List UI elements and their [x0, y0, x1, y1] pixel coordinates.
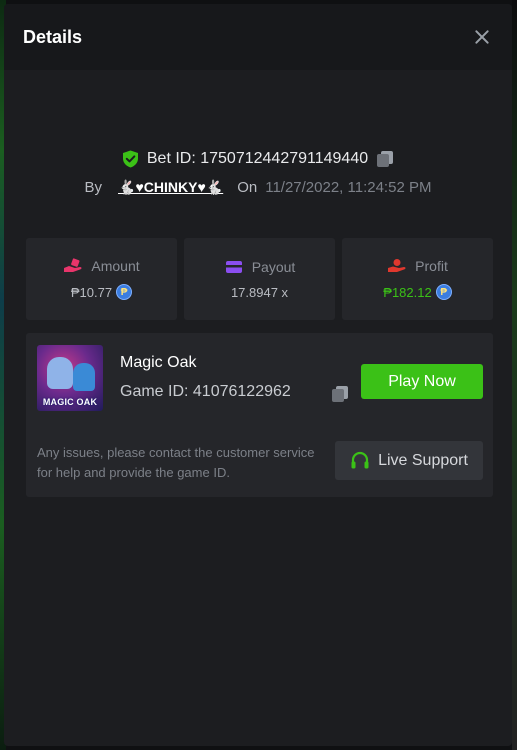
- profit-value: ₱182.12: [383, 284, 432, 300]
- amount-stat-header: Amount: [63, 258, 140, 274]
- close-icon[interactable]: [472, 27, 492, 47]
- payout-value-row: 17.8947 x: [231, 285, 288, 300]
- payout-value: 17.8947 x: [230, 284, 289, 300]
- profit-value-row: ₱182.12 ₱: [383, 284, 452, 300]
- amount-value-row: ₱10.77 ₱: [70, 284, 133, 300]
- support-note: Any issues, please contact the customer …: [37, 445, 315, 480]
- bet-id-row: Bet ID: 1750712442791149440: [4, 150, 512, 168]
- game-id: Game ID: 41076122962: [120, 383, 291, 400]
- shield-check-icon: [122, 150, 138, 168]
- thumbnail-character: [73, 363, 95, 391]
- coin-icon: ₱: [116, 284, 133, 300]
- user-name-link[interactable]: 🐇♥CHINKY♥🐇: [118, 179, 223, 196]
- wallet-card-icon: [225, 260, 242, 273]
- amount-label: Amount: [91, 258, 140, 274]
- background-game-edge-right: [512, 0, 517, 750]
- copy-icon[interactable]: [331, 385, 349, 403]
- game-thumbnail[interactable]: MAGIC OAK: [37, 345, 103, 411]
- profit-stat: Profit ₱182.12 ₱: [342, 238, 493, 320]
- amount-value: ₱10.77: [70, 284, 113, 300]
- profit-hand-icon: [388, 259, 406, 272]
- bet-id-text: Bet ID: 1750712442791149440: [146, 150, 369, 167]
- thumbnail-character: [47, 357, 73, 389]
- payout-label: Payout: [251, 258, 296, 275]
- bet-author-row: By 🐇♥CHINKY♥🐇 On 11/27/2022, 11:24:52 PM: [4, 179, 512, 196]
- play-now-button[interactable]: Play Now: [361, 364, 483, 399]
- payout-stat-header: Payout: [224, 258, 296, 275]
- profit-stat-header: Profit: [387, 258, 448, 274]
- bet-date: 11/27/2022, 11:24:52 PM: [265, 179, 432, 196]
- game-card: MAGIC OAK Magic Oak Game ID: 41076122962…: [26, 333, 493, 497]
- profit-label: Profit: [415, 258, 448, 274]
- on-label: On: [237, 179, 258, 196]
- live-support-label: Live Support: [378, 451, 468, 469]
- payout-stat: Payout 17.8947 x: [184, 238, 335, 320]
- coin-icon: ₱: [435, 284, 452, 300]
- copy-icon[interactable]: [376, 150, 394, 168]
- bet-details-modal: Details Bet ID: 1750712442791149440 By 🐇…: [4, 4, 512, 746]
- thumbnail-title: MAGIC OAK: [42, 397, 98, 407]
- modal-title: Details: [23, 26, 83, 47]
- by-label: By: [84, 179, 103, 196]
- headset-icon: [351, 451, 369, 468]
- amount-stat: Amount ₱10.77 ₱: [26, 238, 177, 320]
- bet-stats: Amount ₱10.77 ₱ Payout 17.8947 x Profit …: [26, 238, 493, 320]
- bet-hand-icon: [64, 258, 82, 272]
- live-support-button[interactable]: Live Support: [335, 441, 483, 480]
- game-name: Magic Oak: [120, 354, 197, 371]
- modal-header: Details: [4, 4, 512, 70]
